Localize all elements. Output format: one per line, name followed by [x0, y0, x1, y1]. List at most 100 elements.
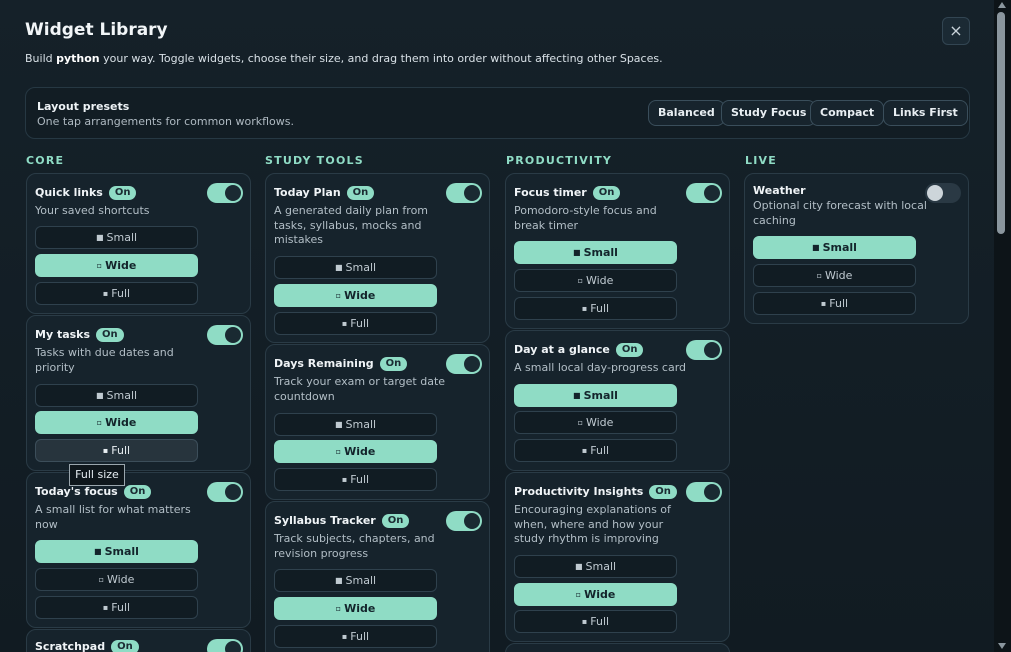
size-small-button[interactable]: ■ Small	[514, 555, 677, 578]
widget-description: Your saved shortcuts	[35, 204, 150, 217]
size-label: Full	[350, 473, 370, 486]
widget-library-panel: Widget Library Build python your way. To…	[0, 0, 994, 652]
size-full-icon: ▪	[820, 299, 827, 308]
full-size-tooltip: Full size	[69, 464, 125, 486]
size-full-icon: ▪	[102, 603, 109, 612]
widget-toggle[interactable]	[207, 325, 243, 345]
size-small-button[interactable]: ■ Small	[753, 236, 916, 259]
widget-toggle[interactable]	[207, 183, 243, 203]
widget-toggle[interactable]	[925, 183, 961, 203]
size-label: Small	[822, 241, 857, 254]
size-wide-button[interactable]: ▫ Wide	[35, 411, 198, 434]
widget-card-scratchpad[interactable]: Scratchpad On	[26, 629, 251, 652]
widget-toggle[interactable]	[207, 639, 243, 652]
presets-subtitle: One tap arrangements for common workflow…	[37, 115, 295, 128]
size-small-button[interactable]: ■ Small	[274, 413, 437, 436]
widget-card-next[interactable]	[505, 643, 730, 652]
size-label: Wide	[344, 602, 376, 615]
widget-description: Track subjects, chapters, and revision p…	[274, 532, 435, 560]
size-wide-button[interactable]: ▫ Wide	[274, 284, 437, 307]
widget-toggle[interactable]	[686, 482, 722, 502]
widget-card-days-remaining[interactable]: Days Remaining On Track your exam or targ…	[265, 344, 490, 500]
preset-compact-button[interactable]: Compact	[810, 100, 885, 126]
widget-card-focus-timer[interactable]: Focus timer On Pomodoro-style focus and b…	[505, 173, 730, 329]
widget-toggle[interactable]	[446, 183, 482, 203]
widget-name: Weather	[753, 184, 806, 197]
size-full-button[interactable]: ▪ Full	[514, 610, 677, 633]
widget-card-syllabus-tracker[interactable]: Syllabus Tracker On Track subjects, chapt…	[265, 501, 490, 652]
widget-toggle[interactable]	[686, 340, 722, 360]
size-label: Full	[590, 615, 610, 628]
size-full-button[interactable]: ▪ Full	[514, 297, 677, 320]
toggle-knob	[464, 513, 480, 529]
toggle-knob	[225, 185, 241, 201]
size-small-icon: ■	[812, 243, 820, 252]
size-full-button[interactable]: ▪ Full	[35, 439, 198, 462]
size-wide-button[interactable]: ▫ Wide	[35, 568, 198, 591]
size-small-icon: ■	[573, 248, 581, 257]
widget-description: Optional city forecast with local cachin…	[753, 199, 927, 227]
size-full-button[interactable]: ▪ Full	[274, 468, 437, 491]
vertical-scrollbar[interactable]	[994, 0, 1011, 652]
scrollbar-thumb[interactable]	[997, 12, 1005, 234]
size-label: Small	[345, 574, 377, 587]
page-subtitle: Build python your way. Toggle widgets, c…	[25, 52, 663, 65]
size-wide-button[interactable]: ▫ Wide	[753, 264, 916, 287]
size-label: Small	[106, 389, 138, 402]
toggle-knob	[927, 185, 943, 201]
widget-card-quick-links[interactable]: Quick links On Your saved shortcuts ■ Smal…	[26, 173, 251, 314]
size-wide-button[interactable]: ▫ Wide	[274, 440, 437, 463]
widget-title: My tasks	[35, 328, 91, 341]
size-small-icon: ■	[334, 420, 343, 429]
size-small-button[interactable]: ■ Small	[274, 569, 437, 592]
size-label: Wide	[584, 588, 616, 601]
scroll-down-icon[interactable]	[998, 643, 1006, 649]
size-wide-button[interactable]: ▫ Wide	[514, 269, 677, 292]
close-button[interactable]: ×	[942, 17, 970, 45]
size-full-button[interactable]: ▪ Full	[753, 292, 916, 315]
widget-title: Today Plan	[274, 186, 341, 199]
size-wide-icon: ▫	[577, 418, 583, 427]
widget-card-day-at-a-glance[interactable]: Day at a glance On A small local day-prog…	[505, 330, 730, 471]
size-wide-button[interactable]: ▫ Wide	[35, 254, 198, 277]
widget-card-productivity-insights[interactable]: Productivity Insights On Encouraging expl…	[505, 472, 730, 642]
widget-toggle[interactable]	[686, 183, 722, 203]
size-small-button[interactable]: ■ Small	[514, 384, 677, 407]
scroll-up-icon[interactable]	[998, 2, 1006, 8]
widget-card-todays-focus[interactable]: Today's focus On A small list for what ma…	[26, 472, 251, 628]
size-full-button[interactable]: ▪ Full	[514, 439, 677, 462]
widget-toggle[interactable]	[446, 511, 482, 531]
size-small-button[interactable]: ■ Small	[514, 241, 677, 264]
size-label: Wide	[344, 289, 376, 302]
size-small-button[interactable]: ■ Small	[35, 384, 198, 407]
size-label: Wide	[585, 274, 614, 287]
size-wide-button[interactable]: ▫ Wide	[514, 583, 677, 606]
size-wide-button[interactable]: ▫ Wide	[514, 411, 677, 434]
size-label: Wide	[585, 416, 614, 429]
widget-card-weather[interactable]: Weather Optional city forecast with loca…	[744, 173, 969, 324]
size-full-button[interactable]: ▪ Full	[274, 312, 437, 335]
preset-links-first-button[interactable]: Links First	[883, 100, 968, 126]
size-wide-icon: ▫	[816, 271, 822, 280]
size-full-button[interactable]: ▪ Full	[35, 282, 198, 305]
size-full-button[interactable]: ▪ Full	[274, 625, 437, 648]
size-wide-button[interactable]: ▫ Wide	[274, 597, 437, 620]
size-wide-icon: ▫	[96, 261, 103, 270]
subtitle-text-post: your way. Toggle widgets, choose their s…	[99, 52, 663, 65]
size-small-button[interactable]: ■ Small	[35, 540, 198, 563]
size-small-button[interactable]: ■ Small	[274, 256, 437, 279]
size-label: Wide	[824, 269, 853, 282]
widget-toggle[interactable]	[446, 354, 482, 374]
widget-card-today-plan[interactable]: Today Plan On A generated daily plan from…	[265, 173, 490, 343]
preset-balanced-button[interactable]: Balanced	[648, 100, 725, 126]
widget-toggle[interactable]	[207, 482, 243, 502]
size-small-button[interactable]: ■ Small	[35, 226, 198, 249]
widget-card-my-tasks[interactable]: My tasks On Tasks with due dates and prio…	[26, 315, 251, 471]
size-full-icon: ▪	[341, 632, 348, 641]
size-wide-icon: ▫	[335, 447, 342, 456]
preset-study-focus-button[interactable]: Study Focus	[721, 100, 817, 126]
size-label: Small	[345, 418, 377, 431]
widget-description: Track your exam or target date countdown	[274, 375, 446, 403]
toggle-knob	[225, 484, 241, 500]
size-full-button[interactable]: ▪ Full	[35, 596, 198, 619]
